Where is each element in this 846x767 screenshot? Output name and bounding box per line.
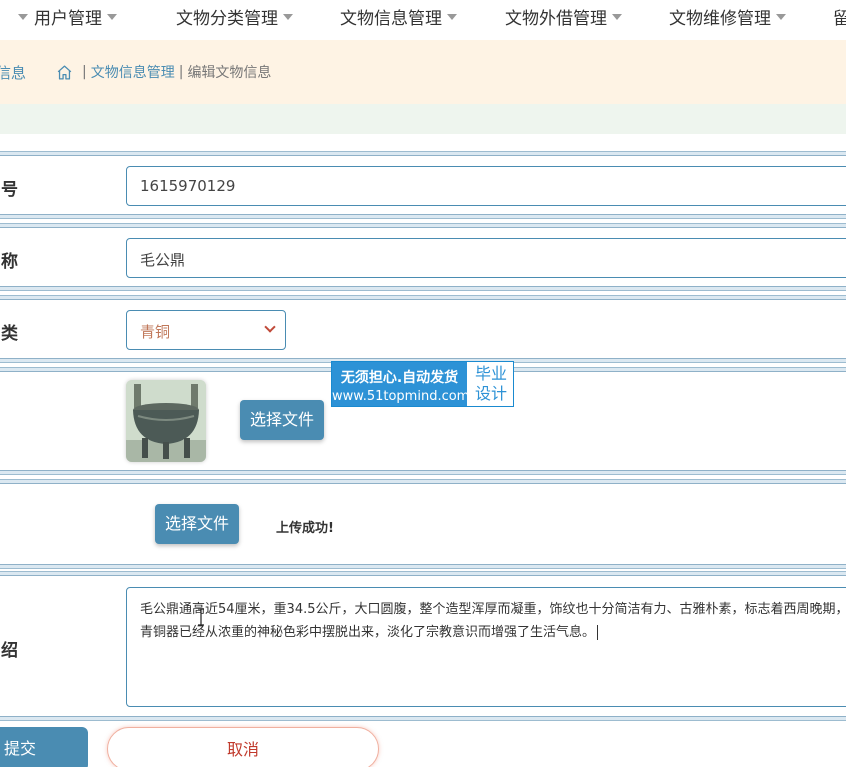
nav-item-category-management[interactable]: 文物分类管理 xyxy=(176,4,293,29)
chevron-down-icon xyxy=(612,14,622,20)
watermark-blue-block: 无须担心.自动发货 www.51topmind.com xyxy=(332,362,470,406)
cancel-button[interactable]: 取消 xyxy=(107,727,379,767)
breadcrumb-band: 信息 | 文物信息管理 | 编辑文物信息 xyxy=(0,40,846,104)
intro-textarea[interactable]: 毛公鼎通高近54厘米，重34.5公斤，大口圆腹，整个造型浑厚而凝重，饰纹也十分简… xyxy=(126,587,846,707)
bronze-ding-image xyxy=(126,380,206,462)
breadcrumb-current: 编辑文物信息 xyxy=(187,65,272,81)
field-label-number: 号 xyxy=(1,180,18,200)
submit-button[interactable]: 提交 xyxy=(0,727,88,767)
home-icon[interactable] xyxy=(56,64,73,81)
field-label-intro: 绍 xyxy=(1,641,18,661)
form-row-intro: 绍 毛公鼎通高近54厘米，重34.5公斤，大口圆腹，整个造型浑厚而凝重，饰纹也十… xyxy=(0,575,846,717)
form-row-number: 号 1615970129 xyxy=(0,155,846,215)
intro-text: 毛公鼎通高近54厘米，重34.5公斤，大口圆腹，整个造型浑厚而凝重，饰纹也十分简… xyxy=(140,602,846,640)
chevron-down-icon xyxy=(447,14,457,20)
nav-item-message[interactable]: 留 xyxy=(833,4,846,29)
breadcrumb-separator: | xyxy=(178,64,184,80)
chevron-down-icon xyxy=(107,14,117,20)
chevron-down-icon xyxy=(18,14,28,20)
breadcrumb: | 文物信息管理 | 编辑文物信息 xyxy=(56,62,271,82)
category-select[interactable]: 青铜 xyxy=(126,310,286,350)
number-input[interactable]: 1615970129 xyxy=(126,166,846,206)
field-label-category: 类 xyxy=(1,324,18,344)
name-input[interactable]: 毛公鼎 xyxy=(126,238,846,278)
ibeam-cursor-icon xyxy=(198,608,204,626)
page-title-fragment: 信息 xyxy=(0,64,27,82)
watermark-line-1: 无须担心.自动发货 xyxy=(340,370,459,386)
form-row-category: 类 青铜 xyxy=(0,299,846,359)
nav-item-user-management[interactable]: 用户管理 xyxy=(18,4,117,29)
upload-status-text: 上传成功! xyxy=(276,521,334,536)
content-top-band xyxy=(0,104,846,134)
field-label-name: 称 xyxy=(1,252,18,272)
text-cursor xyxy=(597,625,599,640)
form-row-name: 称 毛公鼎 xyxy=(0,227,846,287)
form-row-file: 选择文件 上传成功! xyxy=(0,483,846,565)
watermark-line-2: www.51topmind.com xyxy=(332,389,470,404)
chevron-down-icon xyxy=(776,14,786,20)
breadcrumb-separator: | xyxy=(82,64,87,80)
watermark-logo: 无须担心.自动发货 www.51topmind.com 毕业 设计 xyxy=(331,361,514,407)
breadcrumb-parent-link[interactable]: 文物信息管理 xyxy=(91,62,175,82)
chevron-down-icon xyxy=(264,321,276,333)
category-select-value: 青铜 xyxy=(140,323,171,341)
nav-item-repair-management[interactable]: 文物维修管理 xyxy=(669,4,786,29)
watermark-side-text: 毕业 设计 xyxy=(474,364,507,403)
chevron-down-icon xyxy=(283,14,293,20)
nav-item-relic-info-management[interactable]: 文物信息管理 xyxy=(340,4,457,29)
choose-image-button[interactable]: 选择文件 xyxy=(240,400,325,440)
choose-file-button[interactable]: 选择文件 xyxy=(155,504,240,544)
nav-item-loan-management[interactable]: 文物外借管理 xyxy=(505,4,622,29)
top-nav: 用户管理 文物分类管理 文物信息管理 文物外借管理 文物维修管理 留 xyxy=(0,0,846,40)
relic-image-thumbnail xyxy=(126,380,206,462)
